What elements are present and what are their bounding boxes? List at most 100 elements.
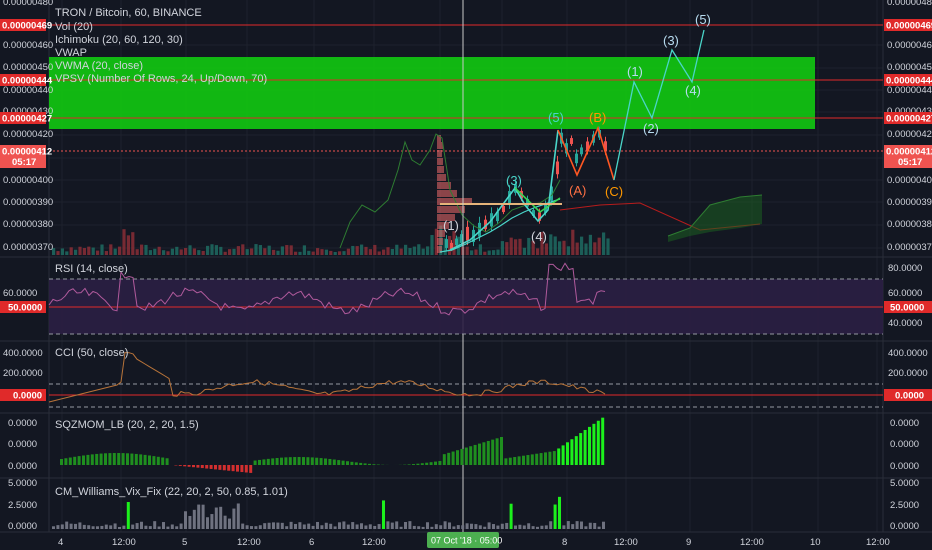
sqz-bar [359, 462, 363, 465]
time-label-d9-12: 12:00 [740, 537, 764, 548]
volume-bar [320, 249, 324, 255]
volume-bar [223, 251, 227, 255]
cmw-bar [82, 524, 86, 529]
cmw-bar [342, 521, 346, 529]
cmw-bar [316, 521, 319, 529]
cmw-right-25: 2.5000 [890, 500, 919, 511]
sqz-bar [337, 460, 341, 465]
sqz-bar [513, 457, 517, 465]
wave-label-imp-5: (5) [548, 110, 564, 125]
sqz-bar [328, 458, 332, 465]
cmw-title[interactable]: CM_Williams_Vix_Fix (22, 20, 2, 50, 0.85… [55, 486, 288, 498]
price-label-460-r: 0.00000460 [887, 40, 932, 51]
sqz-bar [183, 465, 187, 467]
cmw-bar [100, 525, 104, 529]
volume-bar [399, 248, 403, 255]
cmw-bar [426, 522, 429, 529]
symbol-title[interactable]: TRON / Bitcoin, 60, BINANCE [55, 7, 202, 19]
cmw-bar [201, 504, 205, 529]
volume-bar [382, 249, 386, 255]
volume-bar [170, 248, 174, 255]
sqz-bar [354, 462, 358, 465]
volume-bar [188, 245, 192, 255]
volume-bar [241, 244, 245, 255]
profile-row [437, 150, 442, 157]
cmw-bar [289, 521, 293, 529]
price-axis-left[interactable]: 0.00000480 0.00000460 0.00000450 0.00000… [3, 0, 53, 253]
volume-bar [267, 245, 271, 255]
sqz-bar [73, 456, 77, 465]
sqz-bar [500, 437, 503, 465]
volume-bar [408, 248, 412, 255]
volume-bar [514, 239, 518, 255]
cmw-bar [360, 523, 363, 529]
volume-bar [470, 250, 474, 255]
rsi-right-60: 60.0000 [888, 288, 922, 299]
volume-bar [135, 249, 139, 255]
sqz-title[interactable]: SQZMOM_LB (20, 2, 20, 1.5) [55, 419, 199, 431]
volume-bar [60, 248, 64, 255]
price-label-450-r: 0.00000450 [887, 62, 932, 73]
time-label-d8-12: 12:00 [614, 537, 638, 548]
cmw-bar [386, 521, 390, 529]
volume-bar [571, 229, 575, 255]
sqz-bar [249, 465, 253, 473]
cmw-bar [307, 523, 311, 529]
time-label-10: 10 [810, 537, 821, 548]
cmw-bar [276, 522, 280, 529]
sqz-bar [596, 420, 600, 465]
trading-chart[interactable]: (1) (3) (4) (5) (A) (B) (C) (1) (2) (3) … [0, 0, 932, 550]
sqz-bar [601, 417, 605, 465]
sqz-left-3: 0.0000 [8, 461, 37, 472]
cmw-bar [456, 525, 460, 529]
sqz-bar [588, 426, 591, 465]
volume-bar [584, 243, 588, 255]
sqz-bar [557, 448, 561, 465]
cmw-bar [87, 525, 91, 529]
cmw-bar [179, 523, 183, 529]
sqz-bar [332, 459, 336, 465]
volume-bar [602, 232, 606, 255]
cmw-bar [544, 525, 548, 529]
cci-title[interactable]: CCI (50, close) [55, 347, 128, 359]
price-label-400-r: 0.00000400 [887, 175, 932, 186]
cmw-bar [192, 509, 196, 529]
volume-bar [417, 244, 421, 255]
indicator-vol[interactable]: Vol (20) [55, 21, 93, 33]
time-label-d5-12: 12:00 [237, 537, 261, 548]
time-label-d4-12: 12:00 [112, 537, 136, 548]
indicator-ichimoku[interactable]: Ichimoku (20, 60, 120, 30) [55, 34, 183, 46]
sqz-bar [86, 454, 90, 465]
volume-bar [272, 249, 276, 255]
cmw-bar [294, 523, 297, 529]
indicator-vwma[interactable]: VWMA (20, close) [55, 60, 143, 72]
profile-row [437, 238, 443, 245]
cmw-right-0: 0.0000 [890, 521, 919, 532]
cmw-bar [373, 525, 377, 529]
tag-right-412: 0.00000412 [886, 147, 932, 158]
price-axis-right[interactable]: 0.00000480 0.00000460 0.00000450 0.00000… [887, 0, 932, 253]
volume-bar [527, 237, 531, 255]
sqz-bar [253, 460, 257, 465]
cmw-bar [324, 522, 328, 529]
candle-body [502, 205, 505, 213]
rsi-title[interactable]: RSI (14, close) [55, 263, 128, 275]
tag-right-469: 0.00000469 [886, 21, 932, 32]
indicator-vwap[interactable]: VWAP [55, 47, 87, 59]
sqz-bar [152, 456, 156, 465]
cmw-bar [258, 525, 262, 529]
cmw-bar [131, 524, 135, 529]
sqz-bar [368, 463, 371, 465]
volume-bar [113, 248, 117, 255]
cmw-bar [461, 525, 465, 529]
indicator-vpsv[interactable]: VPSV (Number Of Rows, 24, Up/Down, 70) [55, 73, 267, 85]
cmw-bar [91, 526, 95, 529]
cmw-bar [566, 521, 570, 529]
volume-bar [96, 250, 100, 255]
sqz-bar [90, 454, 94, 465]
sqz-bar [447, 452, 451, 465]
volume-bar [483, 251, 487, 255]
cmw-bar [74, 523, 77, 529]
sqz-bar [429, 462, 433, 465]
time-axis[interactable]: 4 12:00 5 12:00 6 12:00 8 12:00 9 12:00 … [58, 532, 890, 548]
